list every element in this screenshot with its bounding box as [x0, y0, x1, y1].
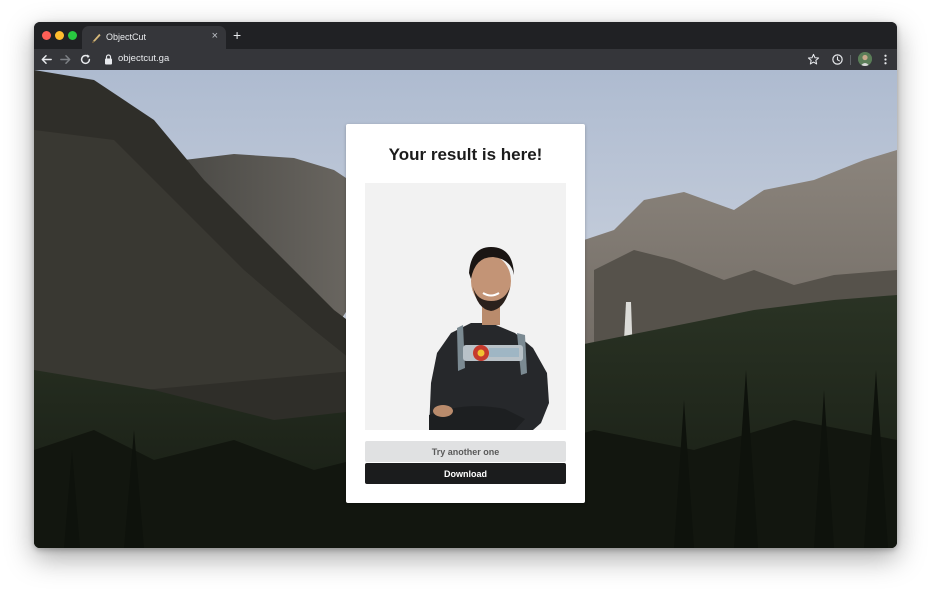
extension-icon[interactable]	[831, 53, 844, 66]
back-arrow-icon[interactable]	[40, 53, 53, 66]
window-minimize-button[interactable]	[55, 31, 64, 40]
result-title: Your result is here!	[388, 145, 543, 164]
browser-window: ObjectCut × + objectcut.ga Your result i…	[34, 22, 897, 548]
download-button[interactable]: Download	[365, 463, 566, 484]
tab-objectcut[interactable]: ObjectCut ×	[82, 26, 226, 49]
tab-close-button[interactable]: ×	[212, 30, 218, 42]
forward-arrow-icon[interactable]	[59, 53, 72, 66]
reload-icon[interactable]	[79, 53, 92, 66]
star-icon[interactable]	[807, 53, 820, 66]
result-card: Your result is here! Try another one Dow…	[346, 124, 585, 503]
browser-toolbar: objectcut.ga	[34, 49, 897, 70]
result-image	[365, 183, 566, 430]
avatar[interactable]	[858, 52, 872, 66]
try-another-button[interactable]: Try another one	[365, 441, 566, 462]
tab-strip: ObjectCut × +	[34, 22, 897, 49]
toolbar-divider	[850, 55, 851, 65]
new-tab-button[interactable]: +	[233, 27, 241, 43]
window-close-button[interactable]	[42, 31, 51, 40]
lock-icon[interactable]	[104, 54, 113, 65]
tab-title: ObjectCut	[106, 32, 147, 42]
knife-favicon-icon	[91, 33, 101, 43]
page-viewport: Your result is here! Try another one Dow…	[34, 70, 897, 548]
cutout-person-image	[429, 247, 549, 430]
address-bar[interactable]: objectcut.ga	[118, 53, 169, 64]
menu-icon[interactable]	[879, 53, 892, 66]
window-maximize-button[interactable]	[68, 31, 77, 40]
